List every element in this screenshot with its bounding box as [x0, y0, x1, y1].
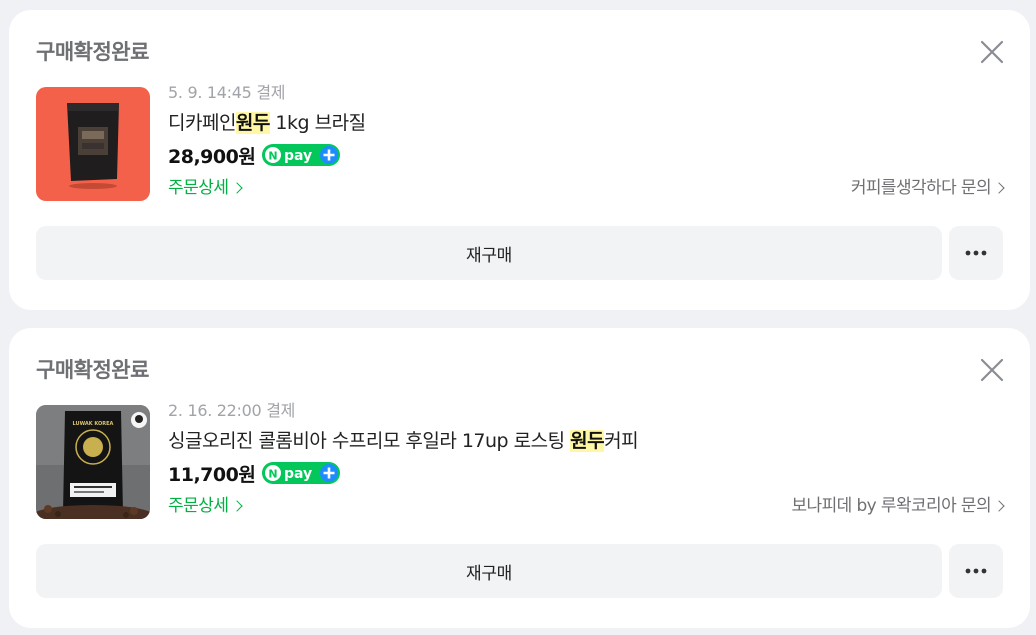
product-title[interactable]: 디카페인원두 1kg 브라질	[168, 110, 1003, 136]
payment-label: 결제	[256, 83, 286, 102]
product-thumbnail[interactable]: LUWAK KOREA	[36, 405, 150, 519]
close-icon[interactable]	[980, 358, 1004, 382]
more-dots-icon	[965, 568, 987, 574]
product-thumbnail[interactable]	[36, 87, 150, 201]
chevron-right-icon	[230, 182, 243, 194]
seller-inquiry-link[interactable]: 커피를생각하다 문의	[850, 176, 1005, 200]
npay-plus-badge: N pay	[262, 462, 341, 484]
seller-inquiry-label: 보나피데 by 루왁코리아 문의	[791, 496, 991, 516]
order-detail-label: 주문상세	[168, 178, 229, 198]
chevron-right-icon	[993, 182, 1005, 194]
thumb-brand-text: LUWAK KOREA	[73, 421, 114, 427]
order-status: 구매확정완료	[36, 358, 149, 382]
product-title[interactable]: 싱글오리진 콜롬비아 수프리모 후일라 17up 로스팅 원두커피	[168, 428, 1003, 454]
product-title-part: 싱글오리진 콜롬비아 수프리모 후일라 17up 로스팅	[168, 430, 571, 452]
search-highlight: 원두	[570, 430, 605, 452]
more-options-button[interactable]	[949, 226, 1003, 280]
product-title-part: 1kg 브라질	[269, 112, 366, 134]
chevron-right-icon	[230, 500, 243, 512]
order-card: 구매확정완료 5. 9. 14:45 결제 디카페인원두 1kg 브라질 28,…	[9, 10, 1030, 310]
payment-label: 결제	[266, 401, 296, 420]
seller-inquiry-link[interactable]: 보나피데 by 루왁코리아 문의	[791, 494, 1005, 518]
npay-label: pay	[284, 466, 312, 482]
order-price: 11,700원	[168, 463, 256, 486]
product-title-part: 디카페인	[168, 112, 236, 134]
more-options-button[interactable]	[949, 544, 1003, 598]
rebuy-button[interactable]: 재구매	[36, 226, 942, 280]
close-icon[interactable]	[980, 40, 1004, 64]
order-card: 구매확정완료 LUWAK KOREA 2. 16. 22:00 결제 싱글오리진…	[9, 328, 1030, 628]
chevron-right-icon	[993, 500, 1005, 512]
order-datetime: 5. 9. 14:45	[168, 83, 252, 102]
order-status: 구매확정완료	[36, 40, 149, 64]
npay-label: pay	[284, 148, 312, 164]
svg-text:N: N	[269, 468, 278, 481]
product-title-part: 커피	[604, 430, 639, 452]
order-detail-label: 주문상세	[168, 496, 229, 516]
order-detail-link[interactable]: 주문상세	[168, 178, 243, 198]
npay-plus-badge: N pay	[262, 144, 341, 166]
order-price: 28,900원	[168, 145, 256, 168]
search-highlight: 원두	[235, 112, 270, 134]
more-dots-icon	[965, 250, 987, 256]
order-detail-link[interactable]: 주문상세	[168, 496, 243, 516]
seller-inquiry-label: 커피를생각하다 문의	[850, 178, 992, 198]
rebuy-button[interactable]: 재구매	[36, 544, 942, 598]
order-datetime: 2. 16. 22:00	[168, 401, 262, 420]
svg-text:N: N	[269, 150, 278, 163]
